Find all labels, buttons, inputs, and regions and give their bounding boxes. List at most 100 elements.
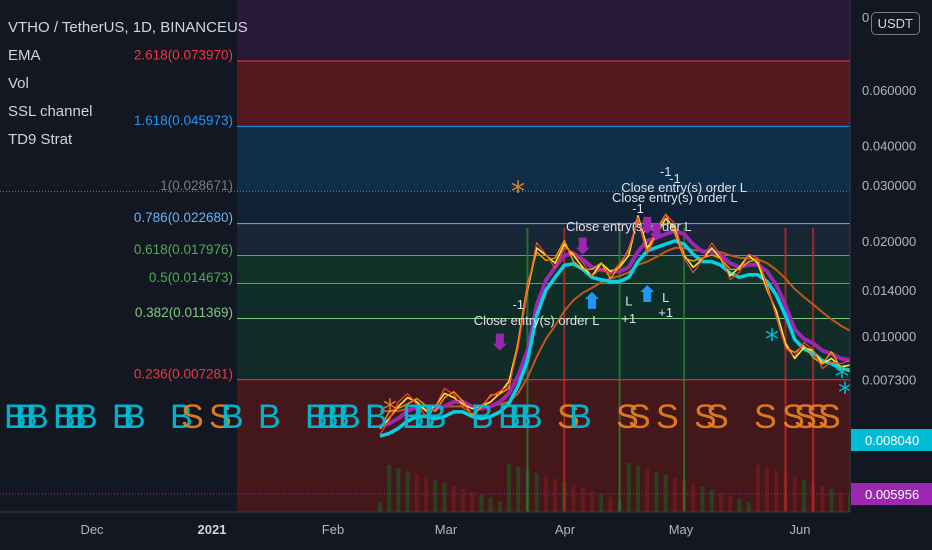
x-tick-label: Mar <box>435 522 458 537</box>
volume-bar <box>820 486 825 512</box>
x-tick-label: Jun <box>790 522 811 537</box>
y-tick-label: 0 <box>862 10 869 25</box>
chart-legend: VTHO / TetherUS, 1D, BINANCEUS EMA Vol S… <box>8 14 248 154</box>
star-icon: * <box>511 175 525 208</box>
td9-signal-letter: B <box>569 398 592 436</box>
volume-bar <box>543 476 548 512</box>
x-tick-label: May <box>669 522 694 537</box>
volume-bar <box>516 467 521 512</box>
symbol-title[interactable]: VTHO / TetherUS, 1D, BINANCEUS <box>8 14 248 42</box>
price-tag-label: 0.005956 <box>865 487 919 502</box>
td9-signal-letter: S <box>628 398 651 436</box>
volume-bar <box>829 489 834 512</box>
indicator-vol[interactable]: Vol <box>8 70 248 98</box>
chart-annotation: -1 <box>669 171 681 186</box>
chart-annotation: L <box>662 290 669 305</box>
chart-annotation: Close entry(s) order L <box>621 180 747 195</box>
y-tick-label: 0.040000 <box>862 139 916 154</box>
volume-bar <box>838 492 843 512</box>
chart-annotation: +1 <box>658 305 673 320</box>
fib-label: 0.5(0.014673) <box>149 270 233 285</box>
x-tick-label: Apr <box>555 522 576 537</box>
volume-bar <box>507 464 512 512</box>
volume-bar <box>774 471 779 512</box>
volume-bar <box>700 487 705 512</box>
volume-bar <box>414 474 419 512</box>
chart-root: 2.618(0.073970) 1.618(0.045973) 1(0.028671… <box>0 0 932 550</box>
fib-label: 0.618(0.017976) <box>134 242 233 257</box>
x-tick-label: Dec <box>80 522 104 537</box>
td9-signal-letter: S <box>818 398 841 436</box>
chart-annotation: +1 <box>621 311 636 326</box>
volume-bar <box>405 471 410 512</box>
volume-bar <box>534 473 539 512</box>
td9-signal-letter: B <box>123 398 146 436</box>
y-tick-label: 0.007300 <box>862 372 916 387</box>
volume-bar <box>599 494 604 512</box>
td9-signal-letter: B <box>338 398 361 436</box>
td9-signal-letter: B <box>424 398 447 436</box>
chart-annotation: -1 <box>632 201 644 216</box>
td9-signal-letter: B <box>258 398 281 436</box>
fib-zone <box>237 126 850 192</box>
td9-signal-letter: B <box>365 398 388 436</box>
volume-bar <box>728 496 733 512</box>
volume-bar <box>645 469 650 512</box>
volume-bar <box>608 497 613 512</box>
indicator-ema[interactable]: EMA <box>8 42 248 70</box>
volume-bar <box>479 495 484 512</box>
volume-bar <box>433 480 438 512</box>
volume-bar <box>801 480 806 512</box>
volume-bar <box>709 490 714 512</box>
x-tick-label: Feb <box>322 522 344 537</box>
volume-bar <box>497 501 502 512</box>
volume-bar <box>580 488 585 512</box>
volume-bar <box>442 483 447 512</box>
volume-bar <box>451 486 456 512</box>
price-tag-label: 0.008040 <box>865 433 919 448</box>
volume-bar <box>424 477 429 512</box>
currency-button[interactable]: USDT <box>870 12 920 35</box>
td9-signal-letter: S <box>754 398 777 436</box>
chart-annotation: Close entry(s) order L <box>566 219 692 234</box>
volume-bar <box>460 489 465 512</box>
td9-signal-letter: S <box>181 398 204 436</box>
y-tick-label: 0.020000 <box>862 234 916 249</box>
fib-zone <box>237 191 850 224</box>
chart-annotation: Close entry(s) order L <box>474 313 600 328</box>
volume-bar <box>626 463 631 512</box>
td9-signal-letter: B <box>221 398 244 436</box>
td9-signal-letter: S <box>706 398 729 436</box>
y-tick-label: 0.010000 <box>862 329 916 344</box>
volume-bar <box>553 479 558 512</box>
indicator-td9[interactable]: TD9 Strat <box>8 126 248 154</box>
fib-label: 0.236(0.007281) <box>134 366 233 381</box>
fib-label: 0.786(0.022680) <box>134 210 233 225</box>
y-tick-label: 0.014000 <box>862 283 916 298</box>
volume-bar <box>488 498 493 512</box>
volume-bar <box>672 478 677 512</box>
td9-signal-letter: B <box>471 398 494 436</box>
volume-bar <box>470 492 475 512</box>
fib-zone <box>237 61 850 127</box>
volume-bar <box>718 493 723 512</box>
volume-bar <box>755 465 760 512</box>
x-tick-label: 2021 <box>198 522 227 537</box>
fib-label: 1(0.028671) <box>160 178 233 193</box>
volume-bar <box>691 484 696 512</box>
volume-bar <box>765 468 770 512</box>
chart-annotation: -1 <box>512 297 524 312</box>
volume-bar <box>654 472 659 512</box>
y-tick-label: 0.030000 <box>862 178 916 193</box>
volume-bar <box>378 502 382 512</box>
volume-bar <box>636 466 641 512</box>
volume-bar <box>663 475 668 512</box>
td9-signal-letter: S <box>656 398 679 436</box>
indicator-ssl[interactable]: SSL channel <box>8 98 248 126</box>
y-tick-label: 0.060000 <box>862 83 916 98</box>
volume-bar <box>746 502 751 512</box>
td9-signal-letter: B <box>75 398 98 436</box>
volume-bar <box>571 485 576 512</box>
volume-bar <box>737 499 742 512</box>
volume-bar <box>396 468 401 512</box>
